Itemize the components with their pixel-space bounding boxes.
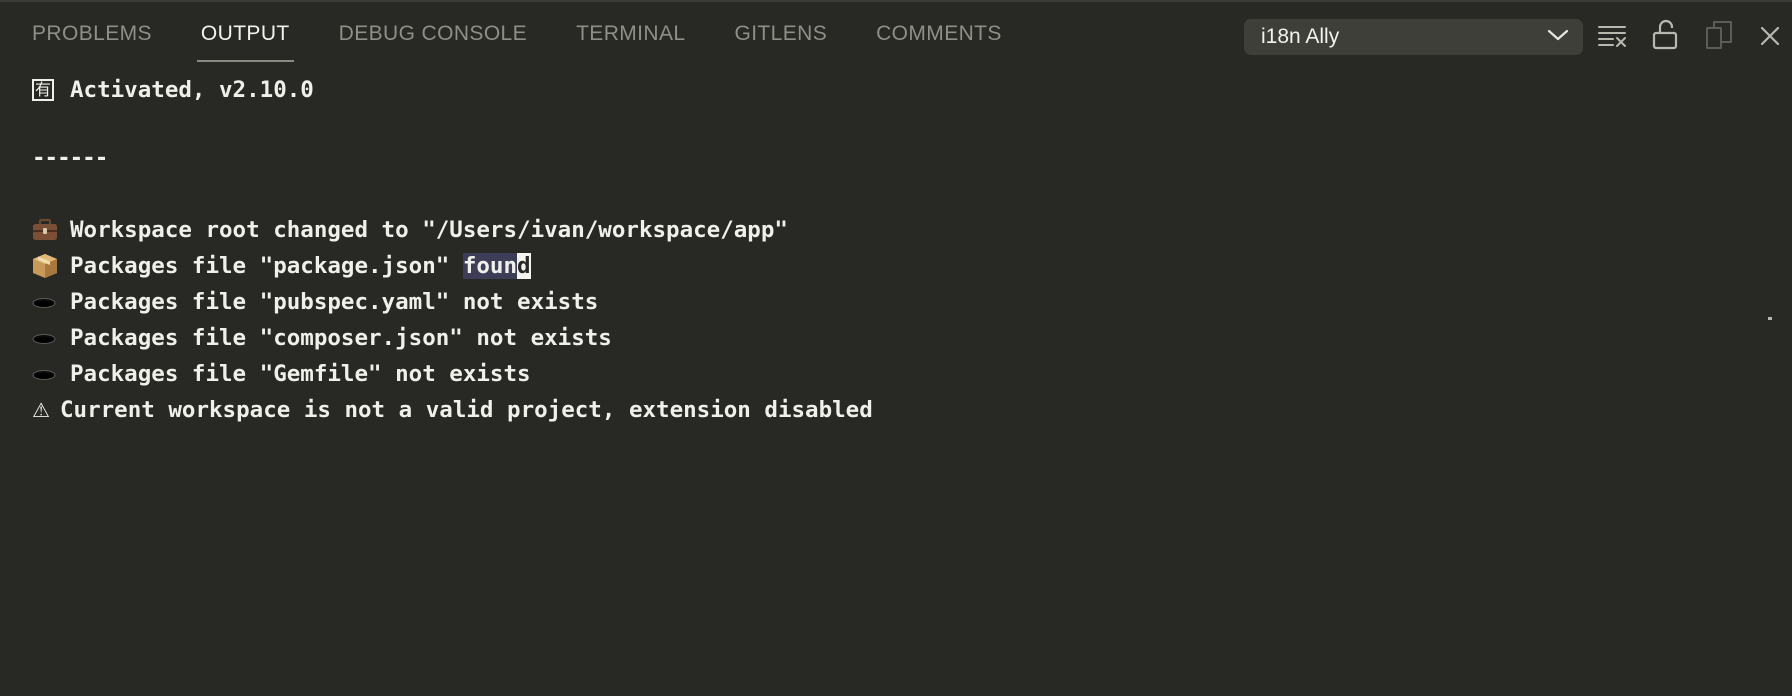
hole-icon (32, 325, 60, 351)
output-channel-select[interactable]: i18n Ally (1244, 19, 1583, 55)
output-text: Workspace root changed to "/Users/ivan/w… (70, 217, 788, 243)
output-text: Activated, v2.10.0 (70, 77, 314, 103)
kanji-badge-icon: 有 (32, 77, 60, 103)
close-panel-button[interactable] (1753, 21, 1787, 55)
tab-gitlens-label: GITLENS (734, 22, 828, 45)
lock-scroll-button[interactable] (1648, 19, 1682, 56)
output-line-pubspec: Packages file "pubspec.yaml" not exists (32, 284, 1772, 320)
hole-icon (32, 289, 60, 315)
tab-terminal[interactable]: TERMINAL (576, 2, 685, 68)
copy-icon (1703, 19, 1735, 56)
unlock-icon (1651, 19, 1679, 56)
tab-problems[interactable]: PROBLEMS (32, 2, 152, 68)
close-icon (1758, 24, 1782, 53)
clear-output-icon (1597, 23, 1629, 54)
output-line-package-json: Packages file "package.json" foun d (32, 248, 1772, 284)
output-text: Packages file "composer.json" not exists (70, 325, 612, 351)
output-text: Current workspace is not a valid project… (60, 397, 873, 423)
tab-output-label: OUTPUT (200, 22, 290, 45)
output-line-warning: ⚠ Current workspace is not a valid proje… (32, 392, 1772, 428)
scrollbar-marker (1768, 317, 1772, 320)
tab-output[interactable]: OUTPUT (196, 2, 294, 68)
panel-tabs: PROBLEMS OUTPUT DEBUG CONSOLE TERMINAL G… (32, 2, 1051, 68)
tab-terminal-label: TERMINAL (576, 22, 686, 45)
output-separator: ------ (32, 145, 108, 171)
output-panel: PROBLEMS OUTPUT DEBUG CONSOLE TERMINAL G… (0, 0, 1792, 696)
chevron-down-icon (1547, 28, 1569, 47)
briefcase-icon (32, 217, 60, 243)
output-line-gemfile: Packages file "Gemfile" not exists (32, 356, 1772, 392)
tab-gitlens[interactable]: GITLENS (734, 2, 827, 68)
hole-icon (32, 361, 60, 387)
tab-problems-label: PROBLEMS (32, 22, 152, 45)
tab-comments-label: COMMENTS (876, 22, 1002, 45)
copy-output-button[interactable] (1702, 20, 1736, 54)
output-line-activated: 有 Activated, v2.10.0 (32, 72, 1772, 108)
output-channel-selected: i18n Ally (1261, 25, 1340, 48)
package-icon (32, 253, 60, 279)
warning-icon: ⚠ (32, 398, 50, 422)
tab-comments[interactable]: COMMENTS (876, 2, 1002, 68)
output-text: Packages file "pubspec.yaml" not exists (70, 289, 599, 315)
output-content[interactable]: 有 Activated, v2.10.0 ------ Workspace ro… (32, 72, 1772, 696)
output-line-empty (32, 108, 1772, 144)
output-text: Packages file "package.json" (70, 253, 463, 279)
output-line-empty (32, 176, 1772, 212)
output-line-composer: Packages file "composer.json" not exists (32, 320, 1772, 356)
output-text: Packages file "Gemfile" not exists (70, 361, 531, 387)
output-line-separator: ------ (32, 140, 1772, 176)
output-line-workspace: Workspace root changed to "/Users/ivan/w… (32, 212, 1772, 248)
tab-debug-console[interactable]: DEBUG CONSOLE (339, 2, 527, 68)
clear-output-button[interactable] (1596, 21, 1630, 55)
tab-debug-console-label: DEBUG CONSOLE (338, 22, 528, 45)
text-cursor: d (517, 253, 531, 279)
selected-text: foun (462, 253, 518, 279)
